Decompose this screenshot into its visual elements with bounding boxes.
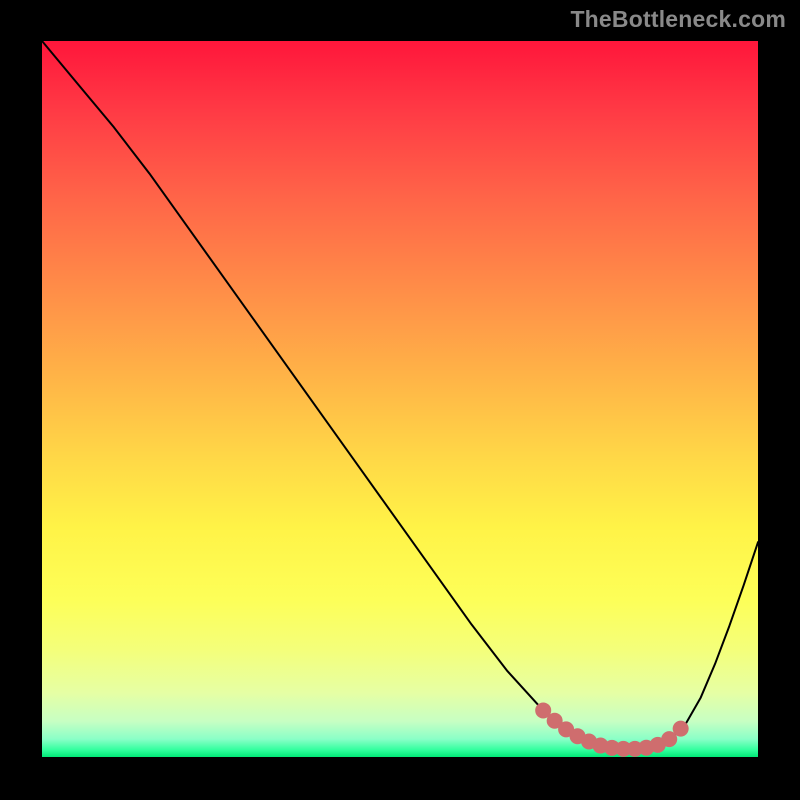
optimal-marker bbox=[673, 721, 689, 737]
plot-area bbox=[42, 41, 758, 757]
attribution-text: TheBottleneck.com bbox=[570, 6, 786, 33]
optimal-markers bbox=[535, 702, 688, 756]
bottleneck-curve bbox=[42, 41, 758, 749]
chart-frame: TheBottleneck.com bbox=[0, 0, 800, 800]
chart-svg bbox=[42, 41, 758, 757]
